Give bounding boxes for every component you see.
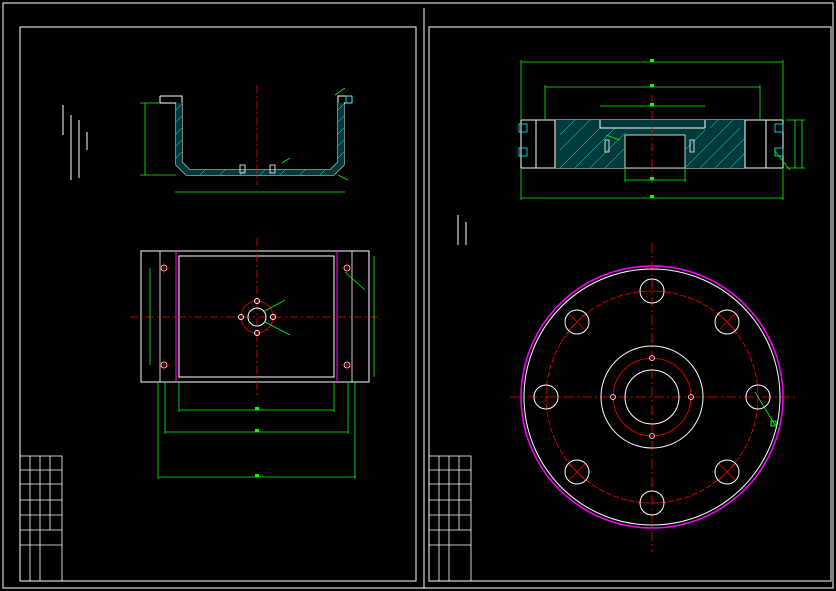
left-sheet (19, 26, 417, 582)
cad-drawing-canvas (2, 2, 834, 589)
plan-view-rectangle (130, 238, 380, 479)
left-title-block (19, 455, 63, 582)
left-technical-notes (62, 105, 88, 180)
right-technical-notes (457, 215, 467, 245)
left-sheet-frame (19, 26, 417, 582)
section-view-flange (518, 59, 805, 200)
outer-frame (2, 2, 834, 589)
plan-view-circle (510, 243, 795, 552)
right-title-block (428, 455, 472, 582)
right-sheet-frame (428, 26, 832, 582)
section-view-bowl (140, 85, 353, 193)
right-sheet (428, 26, 832, 582)
